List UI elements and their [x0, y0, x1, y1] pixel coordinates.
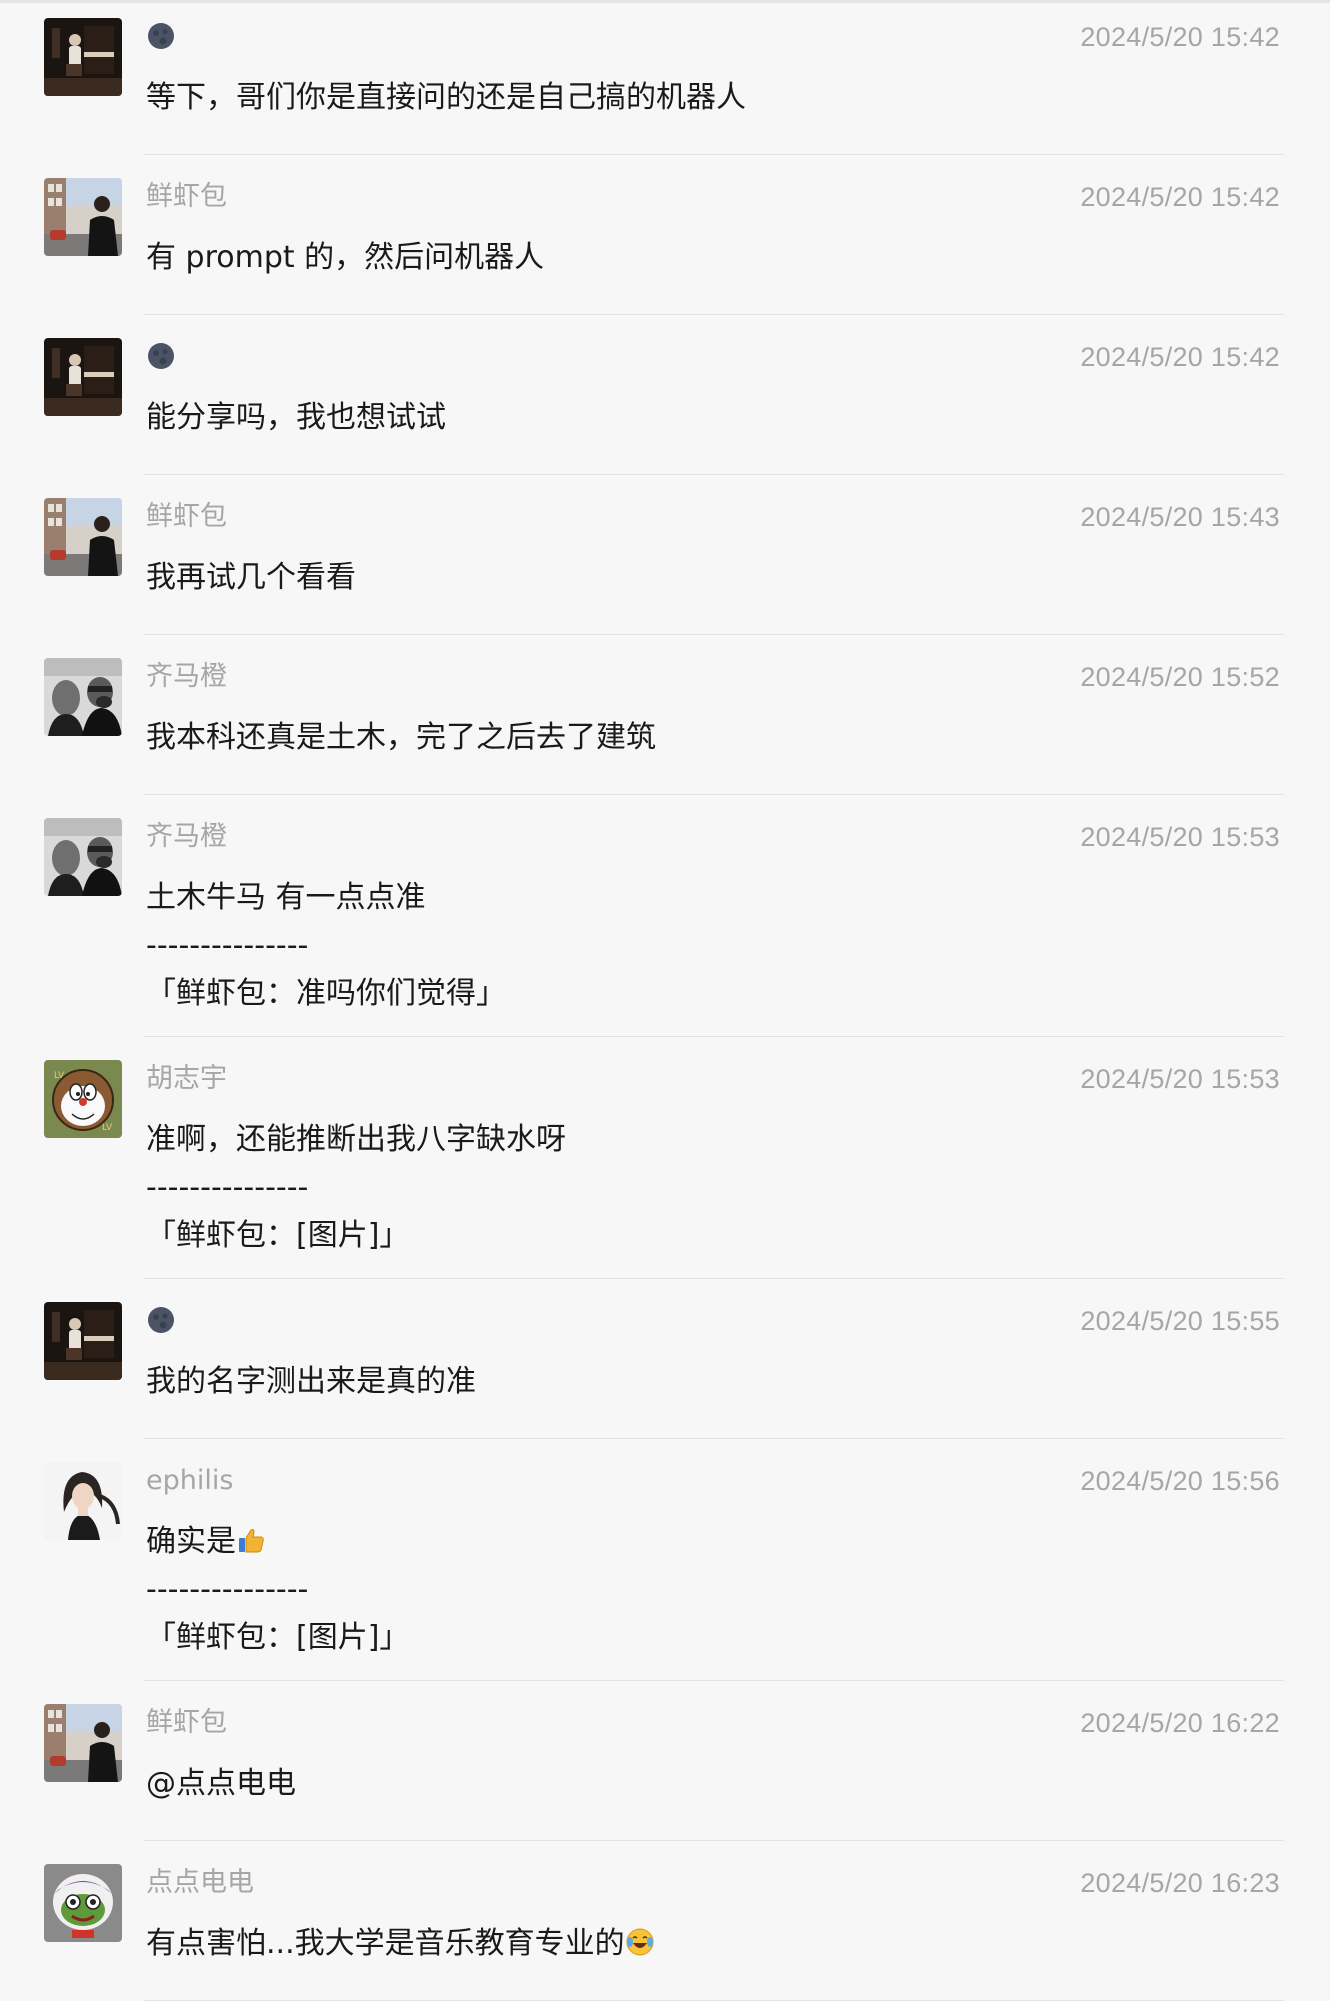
message-timestamp: 2024/5/20 15:55 — [1080, 1306, 1280, 1336]
text-content: 能分享吗，我也想试试 — [146, 400, 446, 435]
svg-text:LV: LV — [54, 1071, 65, 1081]
message-timestamp: 2024/5/20 15:42 — [1080, 22, 1280, 52]
sender-name[interactable]: 鲜虾包 — [146, 180, 227, 214]
message-item: 齐马橙 2024/5/20 15:53 土木牛马 有一点点准 ------------… — [0, 800, 1330, 1037]
text-content: 土木牛马 有一点点准 — [146, 880, 426, 915]
text-content: 「鲜虾包：准吗你们觉得」 — [146, 976, 506, 1011]
message-item: ephilis 2024/5/20 15:56 确实是 --------------… — [0, 1444, 1330, 1681]
piano-avatar[interactable] — [44, 18, 122, 96]
message-text: 能分享吗，我也想试试 — [146, 398, 446, 438]
message-text: 我再试几个看看 — [146, 558, 356, 598]
message-divider — [144, 1438, 1284, 1439]
sender-name[interactable]: 点点电电 — [146, 1866, 254, 1900]
message-text: 有点害怕...我大学是音乐教育专业的 — [146, 1924, 655, 1968]
separator-text: --------------- — [146, 1170, 309, 1205]
message-timestamp: 2024/5/20 16:23 — [1080, 1868, 1280, 1898]
quoted-message: 「鲜虾包：准吗你们觉得」 — [146, 974, 506, 1014]
sender-name[interactable] — [146, 340, 176, 380]
separator-text: --------------- — [146, 1572, 309, 1607]
quote-separator: --------------- — [146, 1570, 308, 1610]
message-text: 我的名字测出来是真的准 — [146, 1362, 476, 1402]
message-divider — [144, 634, 1284, 635]
message-divider — [144, 314, 1284, 315]
bw-photo-avatar[interactable] — [44, 818, 122, 896]
text-content: 等下，哥们你是直接问的还是自己搞的机器人 — [146, 80, 746, 115]
message-text: 等下，哥们你是直接问的还是自己搞的机器人 — [146, 78, 746, 118]
thumbs-up-icon — [236, 1525, 266, 1566]
message-text: 土木牛马 有一点点准 — [146, 878, 426, 918]
text-content: 有点害怕...我大学是音乐教育专业的 — [146, 1926, 625, 1961]
message-divider — [144, 154, 1284, 155]
quoted-message: 「鲜虾包：[图片]」 — [146, 1216, 409, 1256]
separator-text: --------------- — [146, 928, 309, 963]
dark-moon-icon — [146, 341, 176, 380]
chat-history: 2024/5/20 15:42 等下，哥们你是直接问的还是自己搞的机器人 鲜虾包 2… — [0, 0, 1330, 2001]
girl-avatar[interactable] — [44, 1462, 122, 1540]
message-timestamp: 2024/5/20 15:52 — [1080, 662, 1280, 692]
sender-name[interactable]: 鲜虾包 — [146, 500, 227, 534]
sender-name[interactable]: 齐马橙 — [146, 820, 227, 854]
message-divider — [144, 1680, 1284, 1681]
sender-name[interactable] — [146, 1304, 176, 1344]
svg-text:LV: LV — [102, 1123, 113, 1133]
text-content: 我本科还真是土木，完了之后去了建筑 — [146, 720, 656, 755]
message-timestamp: 2024/5/20 15:56 — [1080, 1466, 1280, 1496]
text-content: 「鲜虾包：[图片]」 — [146, 1218, 410, 1253]
message-text: 准啊，还能推断出我八字缺水呀 — [146, 1120, 566, 1160]
sender-name[interactable]: ephilis — [146, 1464, 233, 1498]
message-divider — [144, 474, 1284, 475]
laughing-tears-icon — [625, 1927, 655, 1968]
quote-separator: --------------- — [146, 926, 308, 966]
text-content: 我的名字测出来是真的准 — [146, 1364, 476, 1399]
message-timestamp: 2024/5/20 16:22 — [1080, 1708, 1280, 1738]
quote-separator: --------------- — [146, 1168, 308, 1208]
message-item: 2024/5/20 15:55 我的名字测出来是真的准 — [0, 1284, 1330, 1439]
message-text: @点点电电 — [146, 1764, 296, 1804]
message-item: 鲜虾包 2024/5/20 15:42 有 prompt 的，然后问机器人 — [0, 160, 1330, 315]
sender-name[interactable]: 齐马橙 — [146, 660, 227, 694]
frog-avatar[interactable] — [44, 1864, 122, 1942]
message-item: 点点电电 2024/5/20 16:23 有点害怕...我大学是音乐教育专业的 — [0, 1846, 1330, 2001]
text-content: @点点电电 — [146, 1766, 296, 1801]
message-text: 我本科还真是土木，完了之后去了建筑 — [146, 718, 656, 758]
message-timestamp: 2024/5/20 15:42 — [1080, 342, 1280, 372]
message-item: 齐马橙 2024/5/20 15:52 我本科还真是土木，完了之后去了建筑 — [0, 640, 1330, 795]
message-item: LV LV 胡志宇 2024/5/20 15:53 准啊，还能推断出我八字缺水呀 --… — [0, 1042, 1330, 1279]
message-timestamp: 2024/5/20 15:53 — [1080, 1064, 1280, 1094]
message-text: 确实是 — [146, 1522, 266, 1566]
dark-moon-icon — [146, 21, 176, 60]
text-content: 「鲜虾包：[图片]」 — [146, 1620, 410, 1655]
message-item: 鲜虾包 2024/5/20 16:22 @点点电电 — [0, 1686, 1330, 1841]
bw-photo-avatar[interactable] — [44, 658, 122, 736]
street-avatar[interactable] — [44, 1704, 122, 1782]
sender-name[interactable]: 胡志宇 — [146, 1062, 227, 1096]
piano-avatar[interactable] — [44, 338, 122, 416]
street-avatar[interactable] — [44, 178, 122, 256]
message-item: 2024/5/20 15:42 等下，哥们你是直接问的还是自己搞的机器人 — [0, 0, 1330, 155]
message-divider — [144, 1036, 1284, 1037]
sender-name[interactable]: 鲜虾包 — [146, 1706, 227, 1740]
message-divider — [144, 794, 1284, 795]
text-content: 有 prompt 的，然后问机器人 — [146, 240, 545, 275]
message-timestamp: 2024/5/20 15:42 — [1080, 182, 1280, 212]
text-content: 确实是 — [146, 1524, 236, 1559]
message-divider — [144, 1278, 1284, 1279]
message-timestamp: 2024/5/20 15:43 — [1080, 502, 1280, 532]
sender-name[interactable] — [146, 20, 176, 60]
message-divider — [144, 1840, 1284, 1841]
message-item: 2024/5/20 15:42 能分享吗，我也想试试 — [0, 320, 1330, 475]
text-content: 准啊，还能推断出我八字缺水呀 — [146, 1122, 566, 1157]
street-avatar[interactable] — [44, 498, 122, 576]
piano-avatar[interactable] — [44, 1302, 122, 1380]
message-timestamp: 2024/5/20 15:53 — [1080, 822, 1280, 852]
message-item: 鲜虾包 2024/5/20 15:43 我再试几个看看 — [0, 480, 1330, 635]
quoted-message: 「鲜虾包：[图片]」 — [146, 1618, 409, 1658]
message-text: 有 prompt 的，然后问机器人 — [146, 238, 544, 278]
doraemon-avatar[interactable]: LV LV — [44, 1060, 122, 1138]
dark-moon-icon — [146, 1305, 176, 1344]
text-content: 我再试几个看看 — [146, 560, 356, 595]
